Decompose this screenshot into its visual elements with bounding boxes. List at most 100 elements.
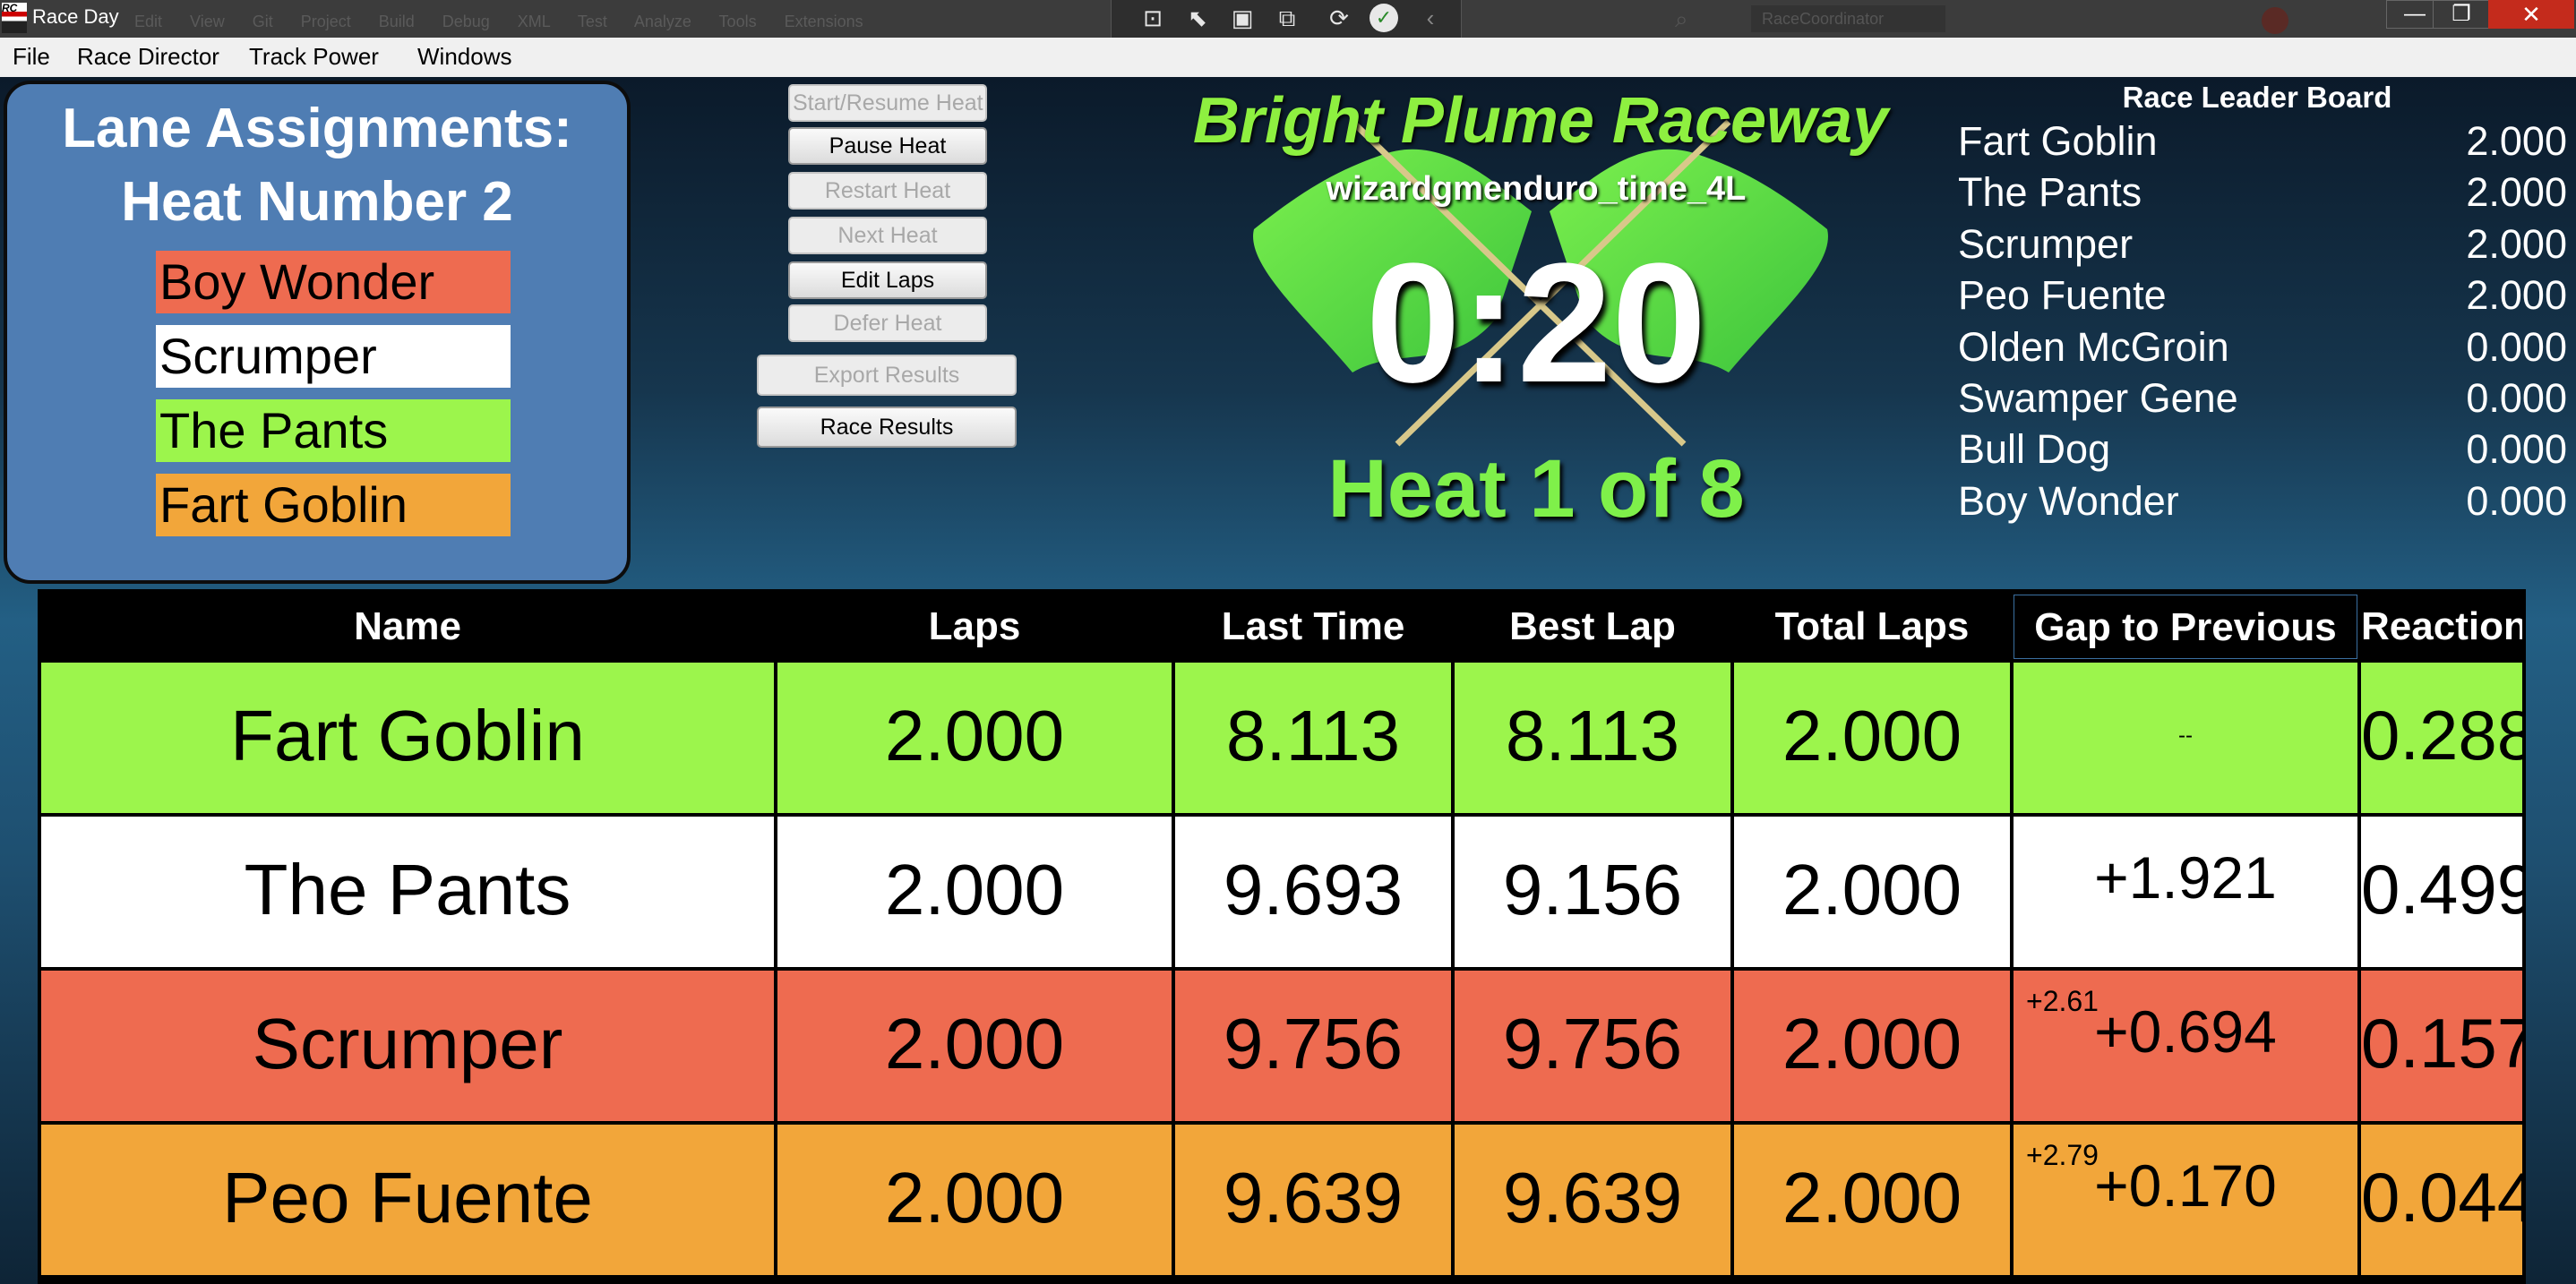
result-cell-reaction: 0.499	[2361, 817, 2522, 967]
result-cell-reaction: 0.044	[2361, 1125, 2522, 1275]
window-title: Race Day	[32, 5, 119, 28]
gap-to-leader: +2.79	[2026, 1139, 2099, 1171]
result-value: Fart Goblin	[230, 696, 585, 775]
gap-to-leader: +2.61	[2026, 985, 2099, 1017]
result-value: 9.639	[1502, 1158, 1683, 1237]
result-value: 9.639	[1223, 1158, 1404, 1237]
result-cell-name: Peo Fuente	[41, 1125, 774, 1275]
menu-bar: File Race Director Track Power Windows	[0, 38, 2576, 77]
edit-laps-button[interactable]: Edit Laps	[788, 261, 987, 299]
leader-value: 0.000	[2466, 426, 2567, 473]
result-value: The Pants	[244, 850, 571, 929]
heat-timer: 0:20	[1365, 228, 1707, 418]
column-header-gap-to-previous[interactable]: Gap to Previous	[2014, 595, 2357, 659]
leader-name: Boy Wonder	[1958, 477, 2179, 524]
leader-value: 2.000	[2466, 220, 2567, 267]
restart-heat-button[interactable]: Restart Heat	[788, 172, 987, 210]
pointer-icon[interactable]: ⬉	[1183, 4, 1212, 32]
result-cell-best-lap: 8.113	[1455, 663, 1730, 813]
screen-icon[interactable]: ⧉	[1273, 4, 1301, 32]
column-header-total-laps[interactable]: Total Laps	[1734, 595, 2010, 659]
race-results-button[interactable]: Race Results	[757, 407, 1017, 448]
column-header-laps[interactable]: Laps	[777, 595, 1172, 659]
result-value: +1.921	[2094, 844, 2277, 911]
result-value: 2.000	[884, 1004, 1065, 1083]
result-cell-reaction: 0.157	[2361, 971, 2522, 1121]
result-cell-gap-to-previous: +0.694 +2.61	[2014, 971, 2357, 1121]
background-menu-ghost: Edit View Git Project Build Debug XML Te…	[134, 13, 863, 30]
maximize-button[interactable]: ❐	[2433, 0, 2490, 29]
leader-value: 2.000	[2466, 272, 2567, 319]
race-display: Lane Assignments: Heat Number 2 Boy Wond…	[0, 77, 2576, 1284]
result-cell-laps: 2.000	[777, 1125, 1172, 1275]
menu-windows[interactable]: Windows	[417, 43, 511, 71]
result-cell-best-lap: 9.156	[1455, 817, 1730, 967]
result-value: 0.044	[2361, 1158, 2522, 1237]
result-value: 0.499	[2361, 850, 2522, 929]
check-icon[interactable]: ✓	[1370, 4, 1398, 32]
lane-slot-1: Boy Wonder	[156, 251, 511, 313]
column-header-reaction[interactable]: Reaction	[2361, 595, 2522, 659]
start-resume-heat-button[interactable]: Start/Resume Heat	[788, 84, 987, 122]
menu-race-director[interactable]: Race Director	[77, 43, 219, 71]
result-cell-laps: 2.000	[777, 817, 1172, 967]
column-header-name[interactable]: Name	[41, 595, 774, 659]
chevron-left-icon[interactable]: ‹	[1416, 4, 1445, 32]
select-icon[interactable]: ⊡	[1138, 4, 1167, 32]
lane-assignments-panel: Lane Assignments: Heat Number 2 Boy Wond…	[4, 81, 631, 584]
result-cell-gap-to-previous: +1.921	[2014, 817, 2357, 967]
result-value: 2.000	[884, 696, 1065, 775]
leader-board-row: Peo Fuente 2.000	[1958, 272, 2567, 322]
hot-reload-icon[interactable]: ⟳	[1325, 4, 1353, 32]
leader-board-row: The Pants 2.000	[1958, 169, 2567, 219]
leader-value: 2.000	[2466, 169, 2567, 216]
column-header-best-lap[interactable]: Best Lap	[1455, 595, 1730, 659]
lane-assignments-title: Lane Assignments:	[62, 98, 572, 159]
export-results-button[interactable]: Export Results	[757, 355, 1017, 396]
leader-value: 0.000	[2466, 375, 2567, 421]
leader-board-row: Olden McGroin 0.000	[1958, 324, 2567, 374]
result-cell-laps: 2.000	[777, 971, 1172, 1121]
lane-slot-4: Fart Goblin	[156, 474, 511, 536]
leader-name: Fart Goblin	[1958, 118, 2158, 164]
result-cell-last-time: 9.756	[1175, 971, 1451, 1121]
result-cell-last-time: 9.693	[1175, 817, 1451, 967]
leader-board-title: Race Leader Board	[2122, 81, 2392, 114]
defer-heat-button[interactable]: Defer Heat	[788, 304, 987, 342]
menu-track-power[interactable]: Track Power	[249, 43, 379, 71]
result-cell-best-lap: 9.639	[1455, 1125, 1730, 1275]
leader-board-row: Bull Dog 0.000	[1958, 426, 2567, 476]
heat-progress: Heat 1 of 8	[1327, 443, 1745, 535]
app-logo-icon: RC	[2, 3, 27, 33]
result-value: 8.113	[1225, 696, 1401, 775]
pause-heat-button[interactable]: Pause Heat	[788, 127, 987, 165]
leader-value: 0.000	[2466, 323, 2567, 370]
leader-value: 2.000	[2466, 118, 2567, 164]
close-button[interactable]: ✕	[2488, 0, 2574, 29]
result-value: 2.000	[1782, 696, 1962, 775]
leader-name: Peo Fuente	[1958, 272, 2167, 319]
menu-file[interactable]: File	[13, 43, 50, 71]
result-cell-name: Fart Goblin	[41, 663, 774, 813]
result-value: 8.113	[1505, 696, 1680, 775]
result-cell-laps: 2.000	[777, 663, 1172, 813]
result-cell-name: The Pants	[41, 817, 774, 967]
column-header-last-time[interactable]: Last Time	[1175, 595, 1451, 659]
leader-name: Scrumper	[1958, 220, 2134, 267]
track-name: wizardgmenduro_time_4L	[1326, 170, 1747, 208]
raceway-name: Bright Plume Raceway	[1192, 85, 1889, 157]
result-value: 2.000	[884, 850, 1065, 929]
result-cell-total-laps: 2.000	[1734, 1125, 2010, 1275]
frame-icon[interactable]: ▣	[1228, 4, 1257, 32]
lane-slot-2: Scrumper	[156, 325, 511, 388]
next-heat-button[interactable]: Next Heat	[788, 217, 987, 254]
result-value: Peo Fuente	[222, 1158, 593, 1237]
result-cell-last-time: 8.113	[1175, 663, 1451, 813]
leader-board-row: Boy Wonder 0.000	[1958, 478, 2567, 528]
result-cell-last-time: 9.639	[1175, 1125, 1451, 1275]
search-icon: ⌕	[1675, 5, 1688, 32]
leader-name: Bull Dog	[1958, 426, 2111, 473]
result-value: Scrumper	[252, 1004, 563, 1083]
result-value: 9.693	[1223, 850, 1404, 929]
leader-value: 0.000	[2466, 477, 2567, 524]
